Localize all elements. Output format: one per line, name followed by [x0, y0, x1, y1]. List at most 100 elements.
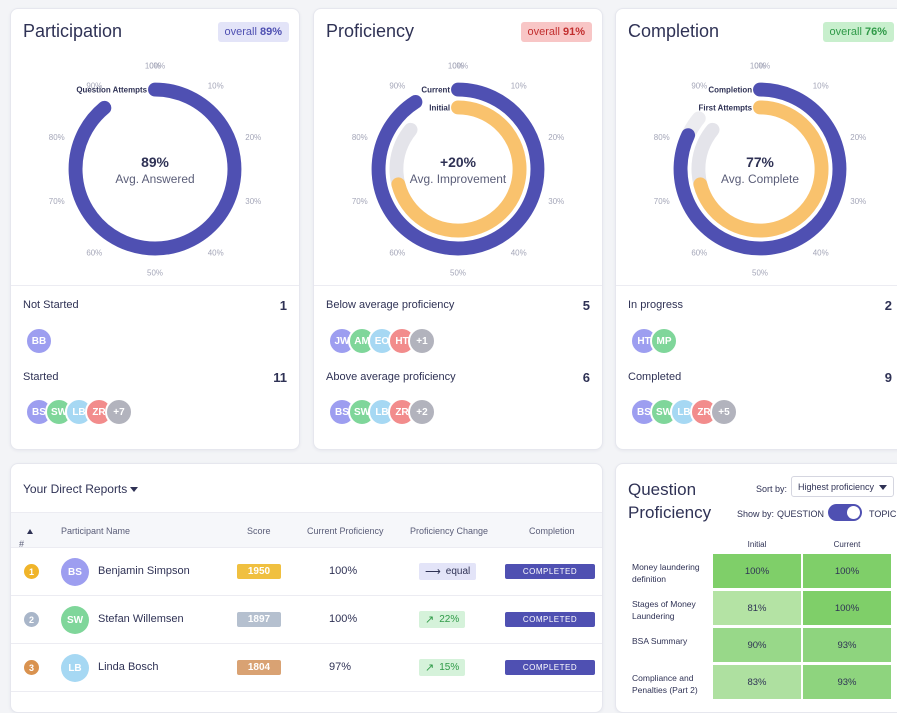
- center-value: 89%: [141, 154, 169, 170]
- rank-badge: 1: [24, 564, 39, 579]
- tick-label: 70%: [49, 197, 65, 206]
- tick-label: 90%: [389, 81, 405, 90]
- completion-status: COMPLETED: [505, 564, 595, 579]
- arc-label: Completion: [708, 86, 752, 95]
- completion-status: COMPLETED: [505, 660, 595, 675]
- rank-badge: 2: [24, 612, 39, 627]
- overall-badge-prefix: overall: [829, 26, 865, 38]
- initial-proficiency-cell[interactable]: 81%: [713, 591, 801, 625]
- avatar[interactable]: LB: [61, 654, 89, 682]
- current-proficiency: 97%: [329, 661, 352, 673]
- completion-status: COMPLETED: [505, 612, 595, 627]
- trend-up-icon: ↗: [425, 614, 435, 626]
- tick-label: 30%: [850, 197, 866, 206]
- proficiency-change: ↗ 22%: [419, 611, 466, 628]
- participant-name[interactable]: Linda Bosch: [98, 661, 159, 673]
- avatar[interactable]: BS: [61, 558, 89, 586]
- topic-option[interactable]: TOPIC: [869, 509, 896, 519]
- direct-reports-dropdown[interactable]: Your Direct Reports: [23, 482, 139, 496]
- rank-badge: 3: [24, 660, 39, 675]
- group-count: 9: [884, 370, 892, 385]
- gauge-chart: 0%10%20%30%40%50%60%70%80%90%100%Complet…: [654, 62, 866, 278]
- card-title: Participation: [23, 21, 123, 41]
- group-count: 2: [884, 298, 892, 313]
- divider: [616, 285, 897, 286]
- table-row[interactable]: 3 LB Linda Bosch 1804 97% ↗ 15% COMPLETED: [11, 644, 602, 692]
- group-count: 5: [582, 298, 590, 313]
- question-name: BSA Summary: [632, 636, 688, 646]
- arc-label: Question Attempts: [76, 86, 147, 95]
- direct-reports-title: Your Direct Reports: [23, 482, 128, 496]
- avatar[interactable]: +7: [105, 398, 133, 426]
- group-count: 1: [279, 298, 287, 313]
- avatar-group: JW AM EO HT +1: [328, 327, 436, 357]
- sort-select[interactable]: Highest proficiency: [791, 476, 894, 497]
- score-badge: 1804: [237, 660, 281, 675]
- avatar[interactable]: MP: [650, 327, 678, 355]
- change-value: equal: [445, 566, 471, 577]
- proficiency-header[interactable]: Current Proficiency: [307, 526, 384, 536]
- divider: [314, 285, 602, 286]
- tick-label: 10%: [813, 81, 829, 90]
- tick-label: 30%: [548, 197, 564, 206]
- question-name: Money laundering definition: [632, 562, 700, 584]
- avatar[interactable]: +2: [408, 398, 436, 426]
- avatar[interactable]: SW: [61, 606, 89, 634]
- current-column-header: Current: [833, 540, 861, 549]
- center-label: Avg. Complete: [721, 172, 799, 186]
- question-proficiency-card: Question Proficiency Sort by: Highest pr…: [615, 463, 897, 713]
- rank-header[interactable]: #: [19, 526, 33, 549]
- chevron-down-icon: [130, 487, 139, 493]
- tick-label: 60%: [86, 249, 102, 258]
- avatar-group: HT MP: [630, 327, 678, 357]
- toggle-knob: [847, 506, 860, 519]
- question-option[interactable]: QUESTION: [777, 509, 824, 519]
- completion-card: Completion overall 76% 0% 10% 20% 30% 40% 50% 60…: [615, 8, 897, 450]
- initial-proficiency-cell[interactable]: 90%: [713, 628, 801, 662]
- avatar[interactable]: +1: [408, 327, 436, 355]
- table-row[interactable]: 1 BS Benjamin Simpson 1950 100% ⟶ equal COMPLET…: [11, 548, 602, 596]
- initial-proficiency-cell[interactable]: 100%: [713, 554, 801, 588]
- tick-label: 80%: [49, 133, 65, 142]
- avatar[interactable]: +5: [710, 398, 738, 426]
- current-proficiency-cell[interactable]: 100%: [803, 591, 891, 625]
- group-label: Below average proficiency: [326, 299, 455, 311]
- completion-header[interactable]: Completion: [529, 526, 575, 536]
- tick-label: 50%: [450, 268, 466, 277]
- tick-label: 60%: [389, 249, 405, 258]
- participant-name[interactable]: Stefan Willemsen: [98, 613, 184, 625]
- tick-label: 80%: [654, 133, 670, 142]
- gauge-chart: 0%10%20%30%40%50%60%70%80%90%100%Current…: [352, 62, 564, 278]
- question-topic-toggle[interactable]: [828, 504, 862, 521]
- name-header[interactable]: Participant Name: [61, 526, 130, 536]
- trend-up-icon: ↗: [425, 662, 435, 674]
- tick-label: 40%: [511, 249, 527, 258]
- question-name: Compliance and Penalties (Part 2): [632, 673, 698, 695]
- score-header[interactable]: Score: [247, 526, 271, 536]
- group-count: 6: [582, 370, 590, 385]
- avatar-group: BS SW LB ZR +5: [630, 398, 738, 428]
- question-proficiency-title: Question Proficiency: [628, 480, 712, 522]
- initial-proficiency-cell[interactable]: 83%: [713, 665, 801, 699]
- tick-label: 20%: [245, 133, 261, 142]
- card-title: Proficiency: [326, 21, 415, 41]
- avatar-group: BS SW LB ZR +2: [328, 398, 436, 428]
- overall-badge: overall 89%: [217, 22, 289, 42]
- arc-label: First Attempts: [699, 103, 753, 112]
- current-proficiency-cell[interactable]: 93%: [803, 665, 891, 699]
- sort-by-label: Sort by:: [756, 484, 788, 494]
- change-header[interactable]: Proficiency Change: [410, 526, 488, 536]
- avatar[interactable]: BB: [25, 327, 53, 355]
- table-row[interactable]: 2 SW Stefan Willemsen 1897 100% ↗ 22% COMPLETED: [11, 596, 602, 644]
- tick-label: 80%: [352, 133, 368, 142]
- arc-label: Initial: [429, 103, 450, 112]
- change-value: 15%: [439, 662, 460, 673]
- current-proficiency-cell[interactable]: 100%: [803, 554, 891, 588]
- current-proficiency-cell[interactable]: 93%: [803, 628, 891, 662]
- center-label: Avg. Improvement: [410, 172, 507, 186]
- participant-name[interactable]: Benjamin Simpson: [98, 565, 190, 577]
- avatar-group: BS SW LB ZR +7: [25, 398, 133, 428]
- score-badge: 1950: [237, 564, 281, 579]
- group-label: Started: [23, 371, 59, 383]
- center-label: Avg. Answered: [115, 172, 194, 186]
